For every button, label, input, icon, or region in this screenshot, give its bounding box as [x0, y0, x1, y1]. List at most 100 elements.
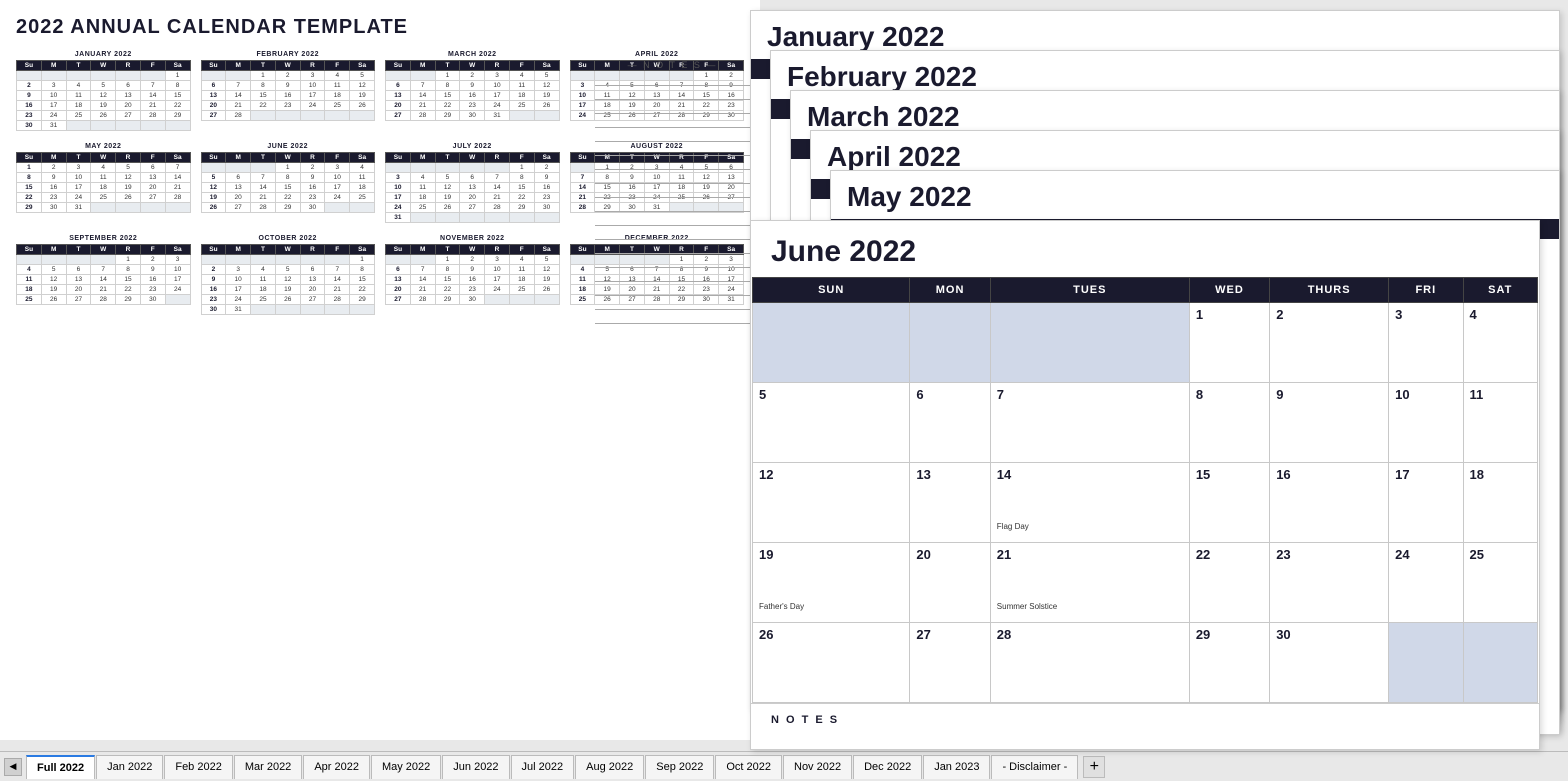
mini-cal-day: 11 — [509, 81, 534, 91]
mini-cal-day — [386, 163, 411, 173]
mini-cal-day: 17 — [485, 275, 510, 285]
mini-cal-day — [485, 295, 510, 305]
main-title: 2022 ANNUAL CALENDAR TEMPLATE — [16, 16, 744, 39]
mini-cal-day — [116, 203, 141, 213]
mini-cal-day: 19 — [350, 91, 375, 101]
mini-cal-day: 5 — [91, 81, 116, 91]
mini-cal-day: 26 — [350, 101, 375, 111]
june-day-cell: 28 — [990, 623, 1189, 703]
mini-cal-day: 15 — [509, 183, 534, 193]
mini-cal-day: 28 — [226, 111, 251, 121]
sheet-tab-sep2022[interactable]: Sep 2022 — [645, 755, 714, 779]
june-day-cell: 5 — [753, 383, 910, 463]
mini-cal-day: 4 — [66, 81, 91, 91]
sheet-tab-may2022[interactable]: May 2022 — [371, 755, 441, 779]
june-day-cell: 2 — [1270, 303, 1389, 383]
mini-cal-day: 11 — [66, 91, 91, 101]
notes-line — [595, 256, 750, 268]
sheet-tab-apr2022[interactable]: Apr 2022 — [303, 755, 370, 779]
mini-cal-day: 14 — [251, 183, 276, 193]
mini-cal-day — [91, 71, 116, 81]
notes-line — [595, 312, 750, 324]
sheet-tab--disclaimer-[interactable]: - Disclaimer - — [991, 755, 1078, 779]
mini-cal-day: 27 — [116, 111, 141, 121]
sheet-tab-jun2022[interactable]: Jun 2022 — [442, 755, 509, 779]
notes-line — [595, 298, 750, 310]
mini-cal-day: 7 — [410, 265, 435, 275]
notes-line — [595, 284, 750, 296]
mini-cal-day: 1 — [435, 255, 460, 265]
mini-cal-day: 29 — [17, 203, 42, 213]
mini-cal-day: 10 — [41, 91, 66, 101]
notes-line — [595, 74, 750, 86]
mini-cal-day: 14 — [570, 183, 595, 193]
notes-title: — N O T E S — — [595, 60, 750, 70]
mini-cal-day: 19 — [201, 193, 226, 203]
june-day-number: 26 — [759, 627, 903, 642]
mini-cal-day — [570, 255, 595, 265]
mini-cal-day — [41, 255, 66, 265]
mini-cal-day — [410, 163, 435, 173]
june-col-header: TUES — [990, 278, 1189, 303]
mini-cal-day: 9 — [201, 275, 226, 285]
mini-cal-day: 17 — [300, 91, 325, 101]
mini-cal-day: 8 — [165, 81, 190, 91]
june-day-number: 27 — [916, 627, 983, 642]
sheet-tab-jul2022[interactable]: Jul 2022 — [511, 755, 575, 779]
mini-cal-day — [460, 213, 485, 223]
sheet-tab-jan2022[interactable]: Jan 2022 — [96, 755, 163, 779]
mini-cal-day: 24 — [386, 203, 411, 213]
notes-line — [595, 214, 750, 226]
mini-cal-day: 19 — [534, 91, 559, 101]
mini-cal-day: 26 — [534, 101, 559, 111]
mini-cal-day: 20 — [201, 101, 226, 111]
mini-cal-day — [91, 121, 116, 131]
mini-cal-day: 5 — [116, 163, 141, 173]
sheet-tab-dec2022[interactable]: Dec 2022 — [853, 755, 922, 779]
mini-cal-day — [251, 111, 276, 121]
tab-prev-button[interactable]: ◀ — [4, 758, 22, 776]
mini-cal-day: 27 — [300, 295, 325, 305]
sheet-tab-nov2022[interactable]: Nov 2022 — [783, 755, 852, 779]
sheet-tab-oct2022[interactable]: Oct 2022 — [715, 755, 782, 779]
mini-cal-day — [325, 111, 350, 121]
mini-cal-day: 24 — [165, 285, 190, 295]
mini-cal-day: 7 — [570, 173, 595, 183]
mini-cal-day: 28 — [251, 203, 276, 213]
card-june[interactable]: June 2022 SUNMONTUESWEDTHURSFRISAT 12345… — [750, 220, 1540, 750]
mini-cal-day: 3 — [570, 81, 595, 91]
june-day-cell: 25 — [1463, 543, 1537, 623]
mini-cal-day: 26 — [201, 203, 226, 213]
mini-cal-day — [509, 295, 534, 305]
sheet-tab-mar2022[interactable]: Mar 2022 — [234, 755, 302, 779]
mini-cal-day: 2 — [460, 71, 485, 81]
add-tab-button[interactable]: + — [1083, 756, 1105, 778]
mini-cal-day: 29 — [275, 203, 300, 213]
sheet-tab-aug2022[interactable]: Aug 2022 — [575, 755, 644, 779]
mini-cal-day: 23 — [534, 193, 559, 203]
sheet-tab-feb2022[interactable]: Feb 2022 — [164, 755, 232, 779]
mini-cal-table-4: SuMTWRFSa1234567891011121314151617181920… — [16, 152, 191, 213]
june-day-cell: 30 — [1270, 623, 1389, 703]
mini-cal-day: 17 — [570, 101, 595, 111]
mini-cal-day: 30 — [201, 305, 226, 315]
mini-cal-day: 22 — [251, 101, 276, 111]
mini-cal-title-1: FEBRUARY 2022 — [201, 51, 376, 58]
sheet-tab-jan2023[interactable]: Jan 2023 — [923, 755, 990, 779]
mini-cal-day: 15 — [435, 275, 460, 285]
mini-cal-4: MAY 2022SuMTWRFSa12345678910111213141516… — [16, 143, 191, 223]
mini-cal-day: 15 — [275, 183, 300, 193]
mini-cal-6: JULY 2022SuMTWRFSa1234567891011121314151… — [385, 143, 560, 223]
mini-cal-day: 3 — [485, 255, 510, 265]
june-col-header: FRI — [1389, 278, 1463, 303]
mini-cal-day — [17, 255, 42, 265]
mini-cal-day: 7 — [251, 173, 276, 183]
mini-cal-10: NOVEMBER 2022SuMTWRFSa123456789101112131… — [385, 235, 560, 315]
mini-cal-day: 24 — [41, 111, 66, 121]
sheet-tab-full2022[interactable]: Full 2022 — [26, 755, 95, 779]
mini-cal-day: 30 — [300, 203, 325, 213]
mini-cal-day: 9 — [534, 173, 559, 183]
june-col-header: SUN — [753, 278, 910, 303]
mini-cal-day: 5 — [41, 265, 66, 275]
mini-cal-title-2: MARCH 2022 — [385, 51, 560, 58]
